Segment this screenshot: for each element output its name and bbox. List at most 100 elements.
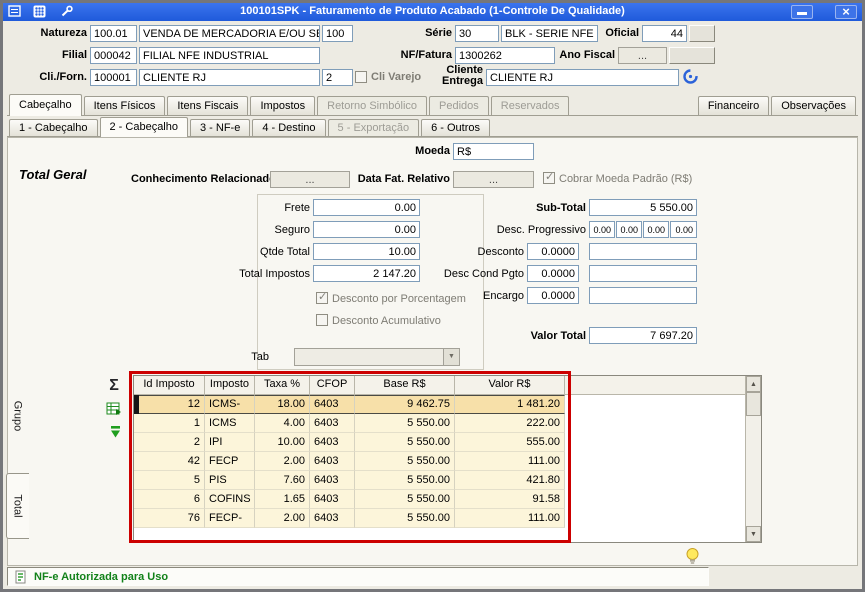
scrollbar-thumb[interactable]: [746, 392, 761, 416]
sub-tab-bar: 1 - Cabeçalho2 - Cabeçalho3 - NF-e4 - De…: [7, 117, 492, 137]
tab-reservados: Reservados: [491, 96, 570, 115]
filial-code-field[interactable]: 000042: [90, 47, 137, 64]
encargo-pct-field[interactable]: 0.0000: [527, 287, 579, 304]
subtab-2-cabe-alho[interactable]: 2 - Cabeçalho: [100, 117, 189, 137]
data-fat-label: Data Fat. Relativo: [353, 173, 450, 185]
tab-cabe-alho[interactable]: Cabeçalho: [9, 94, 82, 116]
minimize-button[interactable]: [791, 5, 813, 19]
form-icon[interactable]: [8, 5, 23, 19]
table-cell: 111.00: [455, 452, 565, 471]
scroll-down-icon[interactable]: [746, 526, 761, 542]
status-message: NF-e Autorizada para Uso: [34, 571, 168, 583]
desc-cond-pgto-valor-field[interactable]: [589, 265, 697, 282]
side-tab-total[interactable]: Total: [6, 473, 29, 539]
moeda-label: Moeda: [388, 145, 450, 157]
encargo-label: Encargo: [398, 290, 524, 302]
table-cell: 42: [134, 452, 205, 471]
wrench-icon[interactable]: [60, 5, 75, 19]
table-cell: 2: [134, 433, 205, 452]
scroll-up-icon[interactable]: [746, 376, 761, 392]
cliente-entrega-label-line2: Entrega: [442, 75, 483, 87]
export-grid-icon[interactable]: [103, 401, 125, 421]
moeda-field[interactable]: R$: [453, 143, 534, 160]
table-row[interactable]: 42FECP2.0064035 550.00111.00: [134, 452, 565, 471]
cobrar-moeda-checkbox: [543, 172, 555, 184]
desc-progressivo-field-4[interactable]: 0.00: [670, 221, 697, 238]
desconto-valor-field[interactable]: [589, 243, 697, 260]
table-cell: 6403: [310, 395, 355, 414]
table-cell: IPI: [205, 433, 255, 452]
tab-itens-fiscais[interactable]: Itens Fiscais: [167, 96, 248, 115]
nf-fatura-label: NF/Fatura: [382, 49, 452, 61]
natureza-extra-field[interactable]: 100: [322, 25, 353, 42]
subtab-1-cabe-alho[interactable]: 1 - Cabeçalho: [9, 119, 98, 136]
frete-field[interactable]: 0.00: [313, 199, 420, 216]
tab-observa-es[interactable]: Observações: [771, 96, 856, 115]
serie-code-field[interactable]: 30: [455, 25, 499, 42]
table-cell: 6403: [310, 490, 355, 509]
grid-dots-icon[interactable]: [33, 5, 48, 19]
nfe-swirl-icon[interactable]: [682, 68, 699, 88]
natureza-desc-field[interactable]: VENDA DE MERCADORIA E/OU SERVI: [139, 25, 320, 42]
filial-desc-field[interactable]: FILIAL NFE INDUSTRIAL: [139, 47, 320, 64]
tab-financeiro[interactable]: Financeiro: [698, 96, 769, 115]
ano-fiscal-field: ...: [618, 47, 667, 64]
subtab-6-outros[interactable]: 6 - Outros: [421, 119, 490, 136]
table-row[interactable]: 1ICMS4.0064035 550.00222.00: [134, 414, 565, 433]
lightbulb-icon[interactable]: [684, 547, 701, 569]
table-cell: 111.00: [455, 509, 565, 528]
titlebar: 100101SPK - Faturamento de Produto Acaba…: [3, 3, 862, 21]
sum-sigma-icon[interactable]: [103, 377, 125, 397]
table-cell: 5 550.00: [355, 433, 455, 452]
subtotal-field: 5 550.00: [589, 199, 697, 216]
tab-impostos[interactable]: Impostos: [250, 96, 315, 115]
desc-progressivo-field-3[interactable]: 0.00: [643, 221, 669, 238]
seguro-field[interactable]: 0.00: [313, 221, 420, 238]
nf-fatura-field[interactable]: 1300262: [455, 47, 555, 64]
tab-itens-f-sicos[interactable]: Itens Físicos: [84, 96, 166, 115]
cobrar-moeda-label: Cobrar Moeda Padrão (R$): [559, 173, 692, 185]
table-row[interactable]: 12ICMS-ST18.0064039 462.751 481.20: [134, 395, 565, 414]
encargo-valor-field[interactable]: [589, 287, 697, 304]
oficial-field[interactable]: 44: [642, 25, 687, 42]
table-cell: 6403: [310, 509, 355, 528]
valor-total-field: 7 697.20: [589, 327, 697, 344]
subtab-4-destino[interactable]: 4 - Destino: [252, 119, 325, 136]
column-header-id-imposto[interactable]: Id Imposto: [134, 376, 205, 394]
section-title: Total Geral: [19, 167, 86, 182]
table-cell: 421.80: [455, 471, 565, 490]
vertical-scrollbar[interactable]: [745, 376, 761, 542]
ano-fiscal-button: [669, 47, 715, 64]
table-cell: 91.58: [455, 490, 565, 509]
desconto-pct-field[interactable]: 0.0000: [527, 243, 579, 260]
table-row[interactable]: 6COFINS1.6564035 550.0091.58: [134, 490, 565, 509]
column-header-base-r[interactable]: Base R$: [355, 376, 455, 394]
table-row[interactable]: 5PIS7.6064035 550.00421.80: [134, 471, 565, 490]
serie-label: Série: [369, 27, 452, 39]
table-cell: COFINS: [205, 490, 255, 509]
serie-desc-field[interactable]: BLK - SERIE NFE: [501, 25, 598, 42]
desc-progressivo-field-2[interactable]: 0.00: [616, 221, 642, 238]
column-header-cfop[interactable]: CFOP: [310, 376, 355, 394]
column-header-imposto[interactable]: Imposto: [205, 376, 255, 394]
side-tab-grupo[interactable]: Grupo: [6, 377, 29, 455]
subtab-3-nf-e[interactable]: 3 - NF-e: [190, 119, 250, 136]
jump-to-total-icon[interactable]: [105, 425, 127, 445]
close-button[interactable]: [835, 5, 857, 19]
column-header-valor-r[interactable]: Valor R$: [455, 376, 565, 394]
tab-field-label: Tab: [243, 351, 269, 363]
cliente-entrega-field[interactable]: CLIENTE RJ: [486, 69, 679, 86]
table-cell: 6403: [310, 471, 355, 490]
cli-forn-code-field[interactable]: 100001: [90, 69, 137, 86]
natureza-code-field[interactable]: 100.01: [90, 25, 137, 42]
desc-progressivo-field-1[interactable]: 0.00: [589, 221, 615, 238]
table-cell: 5 550.00: [355, 490, 455, 509]
cli-forn-extra-field[interactable]: 2: [322, 69, 353, 86]
tab-pedidos: Pedidos: [429, 96, 489, 115]
table-row[interactable]: 76FECP-ST2.0064035 550.00111.00: [134, 509, 565, 528]
desc-cond-pgto-pct-field[interactable]: 0.0000: [527, 265, 579, 282]
dropdown-arrow-icon: [443, 349, 459, 365]
table-row[interactable]: 2IPI10.0064035 550.00555.00: [134, 433, 565, 452]
column-header-taxa[interactable]: Taxa %: [255, 376, 310, 394]
cli-forn-desc-field[interactable]: CLIENTE RJ: [139, 69, 320, 86]
